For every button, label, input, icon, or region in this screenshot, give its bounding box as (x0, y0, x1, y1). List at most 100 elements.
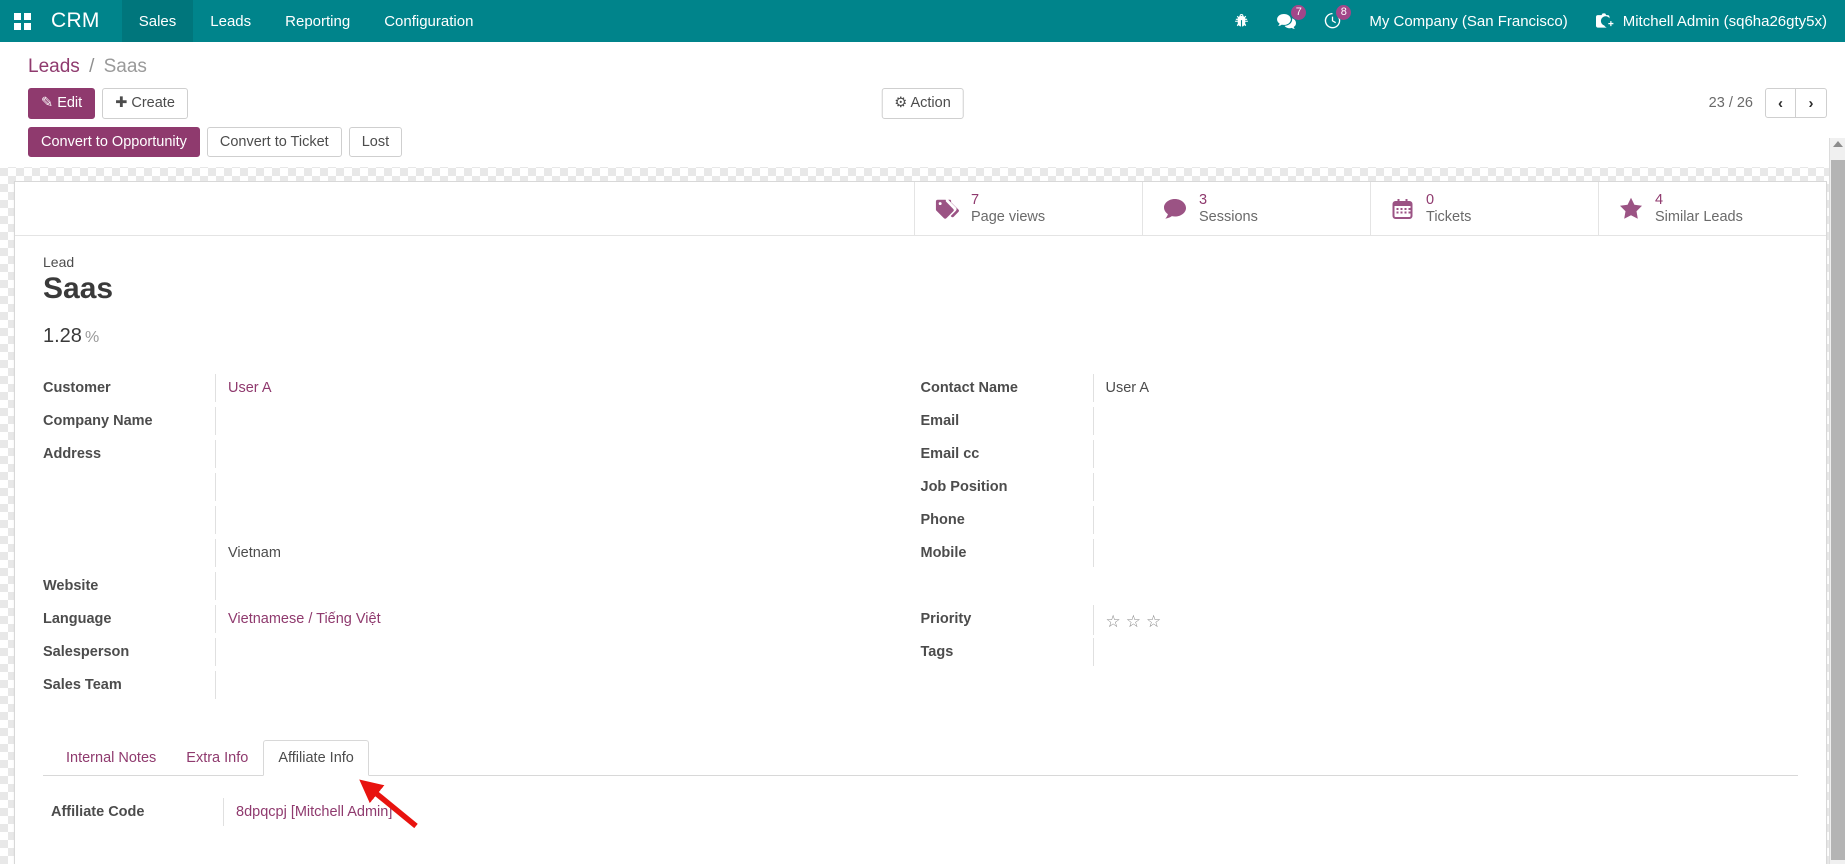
create-button-label: Create (131, 95, 175, 111)
menu-item-sales[interactable]: Sales (121, 0, 194, 42)
field-value-job-position[interactable] (1092, 472, 1781, 501)
field-label-company-name: Company Name (43, 412, 153, 429)
form-column-left: Customer User A Company Name Address Vie… (43, 373, 921, 704)
control-panel: Leads / Saas ✎ Edit ✚ Create ⚙ Action 23… (0, 42, 1845, 167)
field-language: Language Vietnamese / Tiếng Việt (43, 604, 903, 638)
field-phone: Phone (921, 505, 1781, 539)
priority-star-rating[interactable]: ☆ ☆ ☆ (1106, 610, 1781, 630)
field-value-email-cc[interactable] (1092, 439, 1781, 468)
tab-affiliate-info[interactable]: Affiliate Info (263, 739, 369, 776)
field-value-customer[interactable]: User A (215, 373, 903, 403)
activities-menu[interactable]: 8 (1310, 0, 1355, 42)
field-label-address-street2 (43, 473, 215, 478)
field-label-spacer (921, 572, 1093, 577)
notebook-page-affiliate-info: Affiliate Code 8dpqcpj [Mitchell Admin] (43, 776, 1798, 861)
stat-button-similar-leads[interactable]: 4 Similar Leads (1598, 182, 1826, 235)
field-email-cc: Email cc (921, 439, 1781, 473)
main-menu: Sales Leads Reporting Configuration (121, 0, 491, 42)
action-button[interactable]: ⚙ Action (881, 88, 964, 119)
pager-previous-button[interactable]: ‹ (1765, 88, 1796, 119)
scrollbar-thumb[interactable] (1831, 160, 1845, 860)
menu-item-configuration[interactable]: Configuration (367, 0, 490, 42)
plus-icon: ✚ (115, 95, 128, 111)
control-panel-buttons-row: ✎ Edit ✚ Create ⚙ Action 23 / 26 ‹ › (14, 82, 1831, 127)
field-value-email[interactable] (1092, 406, 1781, 435)
field-value-phone[interactable] (1092, 505, 1781, 534)
field-company-name: Company Name (43, 406, 903, 440)
form-sheet: 7 Page views 3 Sessions 0 Tickets 4 Simi… (14, 181, 1827, 864)
field-value-contact-name[interactable]: User A (1092, 373, 1781, 403)
lead-kicker-label: Lead (43, 254, 75, 270)
user-menu[interactable]: Mitchell Admin (sq6ha26gty5x) (1586, 0, 1845, 42)
messages-badge: 7 (1291, 5, 1307, 20)
field-value-address-city[interactable] (215, 505, 903, 534)
form-columns: Customer User A Company Name Address Vie… (43, 373, 1798, 704)
priority-star-3[interactable]: ☆ (1146, 613, 1161, 630)
action-menu-wrapper: ⚙ Action (881, 88, 964, 119)
vertical-scrollbar[interactable] (1829, 138, 1845, 864)
stat-button-page-views[interactable]: 7 Page views (914, 182, 1142, 235)
stat-button-box: 7 Page views 3 Sessions 0 Tickets 4 Simi… (15, 182, 1826, 236)
chevron-left-icon: ‹ (1778, 94, 1783, 112)
probability-row: 1.28% (43, 325, 1798, 348)
page-title[interactable]: Saas (43, 272, 1798, 307)
field-value-tags[interactable] (1092, 637, 1781, 666)
field-value-mobile[interactable] (1092, 538, 1781, 567)
menu-item-reporting[interactable]: Reporting (268, 0, 367, 42)
stat-label-sessions: Sessions (1199, 208, 1258, 225)
field-value-sales-team[interactable] (215, 670, 903, 699)
app-brand-crm[interactable]: CRM (41, 0, 122, 42)
breadcrumb: Leads / Saas (14, 42, 1831, 82)
field-job-position: Job Position (921, 472, 1781, 506)
debug-bug-menu[interactable] (1220, 0, 1263, 42)
apps-menu-toggle[interactable] (0, 0, 41, 42)
tab-extra-info[interactable]: Extra Info (171, 740, 263, 776)
field-label-address-city (43, 506, 215, 511)
priority-star-2[interactable]: ☆ (1126, 613, 1141, 630)
stat-button-tickets[interactable]: 0 Tickets (1370, 182, 1598, 235)
field-value-address-country[interactable]: Vietnam (215, 538, 903, 568)
field-salesperson: Salesperson (43, 637, 903, 671)
edit-button-label: Edit (57, 95, 83, 111)
field-mobile: Mobile (921, 538, 1781, 572)
lost-button[interactable]: Lost (348, 126, 403, 157)
field-value-salesperson[interactable] (215, 637, 903, 666)
field-affiliate-code: Affiliate Code 8dpqcpj [Mitchell Admin] (51, 797, 1798, 831)
form-body: Lead Saas 1.28% Customer User A Company … (15, 236, 1826, 714)
create-button[interactable]: ✚ Create (102, 88, 188, 119)
breadcrumb-leads[interactable]: Leads (28, 56, 80, 77)
field-value-company-name[interactable] (215, 406, 903, 435)
field-website: Website (43, 571, 903, 605)
field-value-address-street[interactable] (215, 439, 903, 468)
convert-to-ticket-button[interactable]: Convert to Ticket (206, 126, 342, 157)
probability-value[interactable]: 1.28 (43, 325, 82, 347)
chevron-right-icon: › (1808, 94, 1814, 112)
field-label-address: Address (43, 445, 102, 462)
field-label-customer: Customer (43, 379, 111, 396)
field-label-tags: Tags (920, 643, 954, 660)
convert-to-opportunity-button[interactable]: Convert to Opportunity (28, 126, 200, 157)
status-action-bar: Convert to Opportunity Convert to Ticket… (14, 126, 1831, 168)
field-label-sales-team: Sales Team (43, 676, 122, 693)
field-value-website[interactable] (215, 571, 903, 600)
apps-grid-icon (14, 12, 31, 30)
scroll-up-arrow-icon[interactable] (1833, 141, 1843, 147)
tab-internal-notes[interactable]: Internal Notes (51, 740, 171, 776)
messages-menu[interactable]: 7 (1263, 0, 1310, 42)
field-value-language[interactable]: Vietnamese / Tiếng Việt (215, 604, 903, 634)
priority-star-1[interactable]: ☆ (1106, 613, 1121, 630)
menu-item-leads[interactable]: Leads (193, 0, 268, 42)
top-navbar: CRM Sales Leads Reporting Configuration … (0, 0, 1845, 42)
field-value-affiliate-code[interactable]: 8dpqcpj [Mitchell Admin] (223, 797, 863, 827)
gear-icon: ⚙ (894, 95, 908, 111)
field-value-address-street2[interactable] (215, 472, 903, 501)
field-spacer-right (921, 572, 1781, 605)
company-switcher[interactable]: My Company (San Francisco) (1355, 0, 1585, 42)
field-contact-name: Contact Name User A (921, 373, 1781, 407)
field-email: Email (921, 406, 1781, 440)
notebook: Internal Notes Extra Info Affiliate Info… (15, 739, 1826, 861)
breadcrumb-separator: / (89, 56, 95, 77)
edit-button[interactable]: ✎ Edit (28, 88, 96, 119)
pager-next-button[interactable]: › (1796, 88, 1827, 119)
stat-button-sessions[interactable]: 3 Sessions (1142, 182, 1370, 235)
